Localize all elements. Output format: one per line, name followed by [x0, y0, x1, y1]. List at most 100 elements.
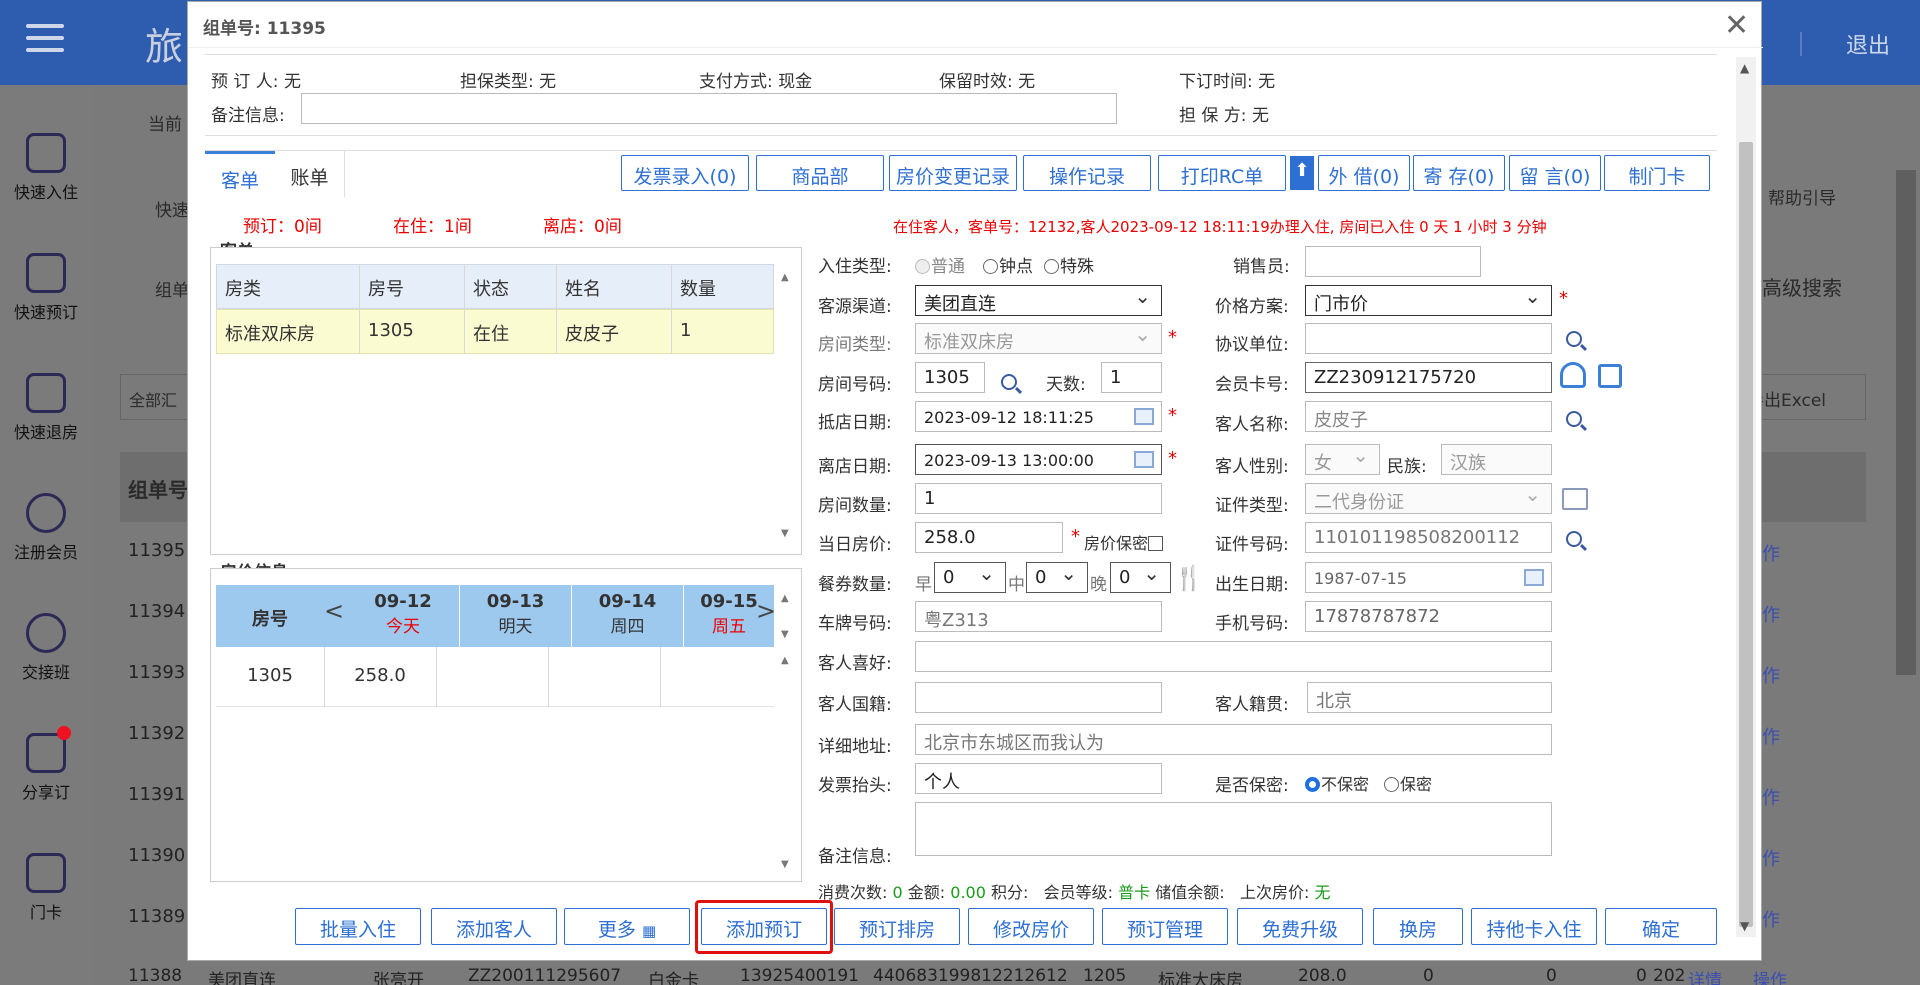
room-no-input[interactable]: 1305	[915, 362, 985, 393]
calendar-icon[interactable]	[1134, 408, 1154, 425]
borrow-button[interactable]: 外 借(0)	[1318, 155, 1410, 191]
depart-input[interactable]: 2023-09-13 13:00:00	[915, 444, 1162, 475]
nav-card[interactable]: 门卡	[0, 853, 92, 923]
scroll-down-icon[interactable]: ▼	[781, 528, 789, 539]
id-type-select[interactable]: 二代身份证	[1305, 483, 1552, 514]
cell-price[interactable]: 258.0	[324, 665, 436, 686]
calendar-icon[interactable]	[1134, 451, 1154, 468]
modal-scrollbar[interactable]: ▲ ▼	[1736, 57, 1756, 937]
booking-remark-input[interactable]	[301, 93, 1117, 124]
bg-op-link[interactable]: 作	[1762, 601, 1812, 627]
plate-input[interactable]: 粤Z313	[915, 601, 1162, 632]
bg-op-link[interactable]: 作	[1762, 540, 1812, 566]
channel-select[interactable]: 美团直连	[915, 285, 1162, 316]
scroll-down-icon[interactable]: ▼	[781, 859, 789, 870]
arrow-up-icon[interactable]: ⬆	[1290, 156, 1314, 190]
bg-op-link[interactable]: 作	[1762, 906, 1812, 932]
nav-shift[interactable]: 交接班	[0, 613, 92, 683]
scroll-up-icon[interactable]: ▲	[781, 272, 789, 283]
secret-yes-radio[interactable]: 保密	[1384, 771, 1432, 795]
checkin-type-special[interactable]: 特殊	[1044, 252, 1094, 277]
dinner-select[interactable]: 0	[1110, 562, 1171, 593]
days-input[interactable]: 1	[1101, 362, 1162, 393]
search-icon[interactable]	[1566, 531, 1582, 547]
shop-button[interactable]: 商品部	[756, 155, 884, 191]
booking-manage-button[interactable]: 预订管理	[1102, 908, 1228, 945]
bg-op-link[interactable]: 作	[1762, 845, 1812, 871]
invoice-button[interactable]: 发票录入(0)	[621, 155, 749, 191]
room-type-select[interactable]: 标准双床房	[915, 323, 1162, 354]
advanced-search-link[interactable]: 高级搜索	[1762, 272, 1842, 301]
free-upgrade-button[interactable]: 免费升级	[1237, 908, 1363, 945]
search-icon[interactable]	[1566, 331, 1582, 347]
add-member-icon[interactable]	[1560, 362, 1586, 388]
search-icon[interactable]	[1566, 411, 1582, 427]
address-input[interactable]: 北京市东城区而我认为	[915, 724, 1552, 755]
scroll-down-icon[interactable]: ▼	[781, 629, 789, 640]
confirm-button[interactable]: 确定	[1605, 908, 1717, 945]
booking-assign-button[interactable]: 预订排房	[834, 908, 960, 945]
nav-quick-checkin[interactable]: 快速入住	[0, 133, 92, 203]
message-button[interactable]: 留 言(0)	[1509, 155, 1601, 191]
price-change-log-button[interactable]: 房价变更记录	[889, 155, 1017, 191]
add-guest-button[interactable]: 添加客人	[431, 908, 557, 945]
meal-icon[interactable]: 🍴	[1174, 564, 1204, 592]
page-scrollbar[interactable]	[1896, 170, 1916, 675]
scroll-down-icon[interactable]: ▼	[1740, 919, 1749, 933]
operation-log-button[interactable]: 操作记录	[1023, 155, 1151, 191]
country-input[interactable]	[915, 682, 1162, 713]
batch-checkin-button[interactable]: 批量入住	[295, 908, 421, 945]
deposit-button[interactable]: 寄 存(0)	[1413, 155, 1505, 191]
nav-share[interactable]: 分享订	[0, 726, 92, 803]
help-link[interactable]: 帮助引导	[1768, 184, 1836, 209]
nav-quick-booking[interactable]: 快速预订	[0, 253, 92, 323]
make-card-button[interactable]: 制门卡	[1604, 155, 1710, 191]
other-card-checkin-button[interactable]: 持他卡入住	[1471, 908, 1597, 945]
modify-price-button[interactable]: 修改房价	[968, 908, 1094, 945]
scroll-up-icon[interactable]: ▲	[781, 655, 789, 666]
nav-register-member[interactable]: 注册会员	[0, 493, 92, 563]
calendar-icon[interactable]	[1524, 569, 1544, 586]
table-row[interactable]: 标准双床房 1305 在住 皮皮子 1	[216, 309, 774, 354]
edit-icon[interactable]	[1598, 364, 1622, 388]
invoice-input[interactable]: 个人	[915, 763, 1162, 794]
price-secret-checkbox[interactable]: 房价保密	[1084, 530, 1164, 554]
prev-date-icon[interactable]: <	[324, 597, 344, 625]
guest-name-input[interactable]: 皮皮子	[1305, 401, 1552, 432]
agreement-input[interactable]	[1305, 323, 1552, 354]
sales-input[interactable]	[1305, 246, 1481, 277]
bg-op-link[interactable]: 作	[1762, 723, 1812, 749]
arrive-input[interactable]: 2023-09-12 18:11:25	[915, 401, 1162, 432]
checkin-type-hourly[interactable]: 钟点	[983, 252, 1033, 277]
member-input[interactable]: ZZ230912175720	[1305, 362, 1552, 393]
more-button[interactable]: 更多 ▦	[564, 908, 690, 945]
next-date-icon[interactable]: >	[756, 597, 776, 625]
checkin-type-normal[interactable]: 普通	[915, 252, 965, 277]
bg-cell[interactable]: 操作	[1753, 966, 1787, 985]
tab-guest[interactable]: 客单	[205, 151, 275, 197]
nav-quick-checkout[interactable]: 快速退房	[0, 373, 92, 443]
birth-input[interactable]: 1987-07-15	[1305, 562, 1552, 593]
search-icon[interactable]	[1001, 374, 1017, 390]
room-count-input[interactable]: 1	[915, 483, 1162, 514]
scroll-up-icon[interactable]: ▲	[781, 593, 789, 604]
add-booking-button[interactable]: 添加预订	[701, 908, 827, 945]
lunch-select[interactable]: 0	[1026, 562, 1088, 593]
logout-button[interactable]: 退出	[1846, 28, 1890, 60]
id-reader-icon[interactable]	[1562, 488, 1588, 510]
scroll-up-icon[interactable]: ▲	[1740, 61, 1749, 75]
breakfast-select[interactable]: 0	[934, 562, 1006, 593]
origin-input[interactable]: 北京	[1307, 682, 1552, 713]
nation-input[interactable]: 汉族	[1441, 444, 1552, 475]
menu-icon[interactable]	[26, 24, 64, 62]
scroll-thumb[interactable]	[1739, 142, 1753, 927]
change-room-button[interactable]: 换房	[1373, 908, 1463, 945]
gender-select[interactable]: 女	[1305, 444, 1380, 475]
price-plan-select[interactable]: 门市价	[1305, 285, 1552, 316]
bg-op-link[interactable]: 作	[1762, 784, 1812, 810]
bg-cell[interactable]: 详情	[1688, 966, 1722, 985]
all-summary-select[interactable]: 全部汇	[120, 374, 188, 420]
id-no-input[interactable]: 110101198508200112	[1305, 522, 1552, 553]
tab-bill[interactable]: 账单	[275, 151, 345, 197]
bg-op-link[interactable]: 作	[1762, 662, 1812, 688]
